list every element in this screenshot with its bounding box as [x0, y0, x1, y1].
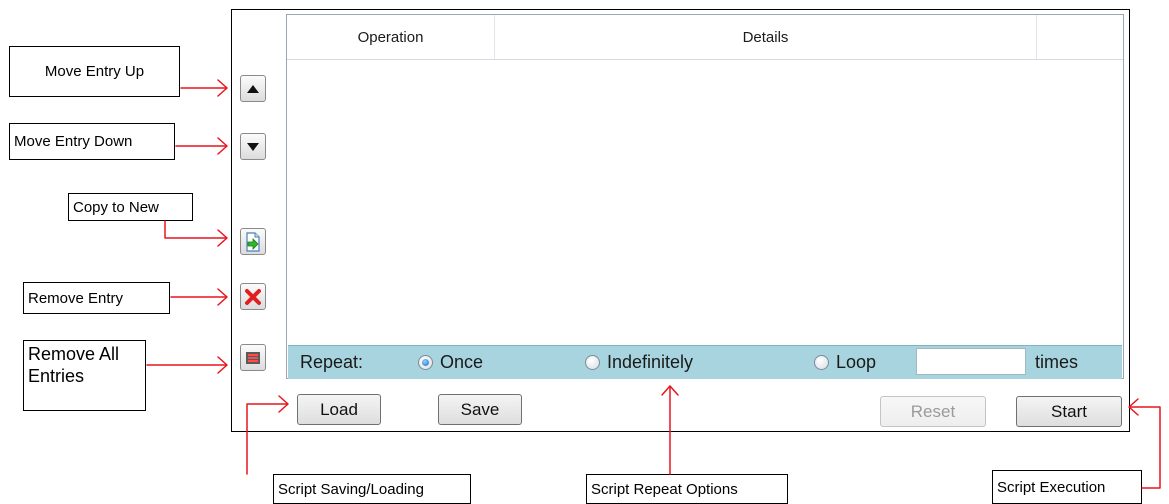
- callout-copy-to-new: Copy to New: [68, 193, 193, 221]
- arrow-copy-to-new: [164, 220, 228, 247]
- arrow-move-up: [180, 79, 228, 97]
- radio-once[interactable]: [418, 355, 433, 370]
- arrow-remove-entry: [170, 288, 228, 306]
- radio-loop[interactable]: [814, 355, 829, 370]
- callout-script-execution: Script Execution: [992, 470, 1142, 504]
- column-header-extra[interactable]: [1037, 15, 1123, 59]
- repeat-options-bar: Repeat: Once Indefinitely Loop times: [288, 345, 1122, 379]
- repeat-label: Repeat:: [300, 352, 364, 372]
- callout-move-up: Move Entry Up: [9, 46, 180, 97]
- arrow-remove-all: [146, 356, 228, 374]
- move-entry-up-button[interactable]: [240, 75, 266, 102]
- callout-remove-all: Remove All Entries: [23, 340, 146, 411]
- red-x-icon: [245, 288, 261, 305]
- list-header: Operation Details: [287, 15, 1123, 60]
- arrow-move-down: [175, 137, 228, 155]
- move-entry-down-button[interactable]: [240, 133, 266, 160]
- repeat-loop-option[interactable]: Loop: [814, 346, 876, 379]
- script-entries-list[interactable]: Operation Details: [286, 14, 1124, 379]
- column-header-operation[interactable]: Operation: [287, 15, 495, 59]
- clear-all-icon: [246, 351, 260, 364]
- load-button[interactable]: Load: [297, 394, 381, 425]
- triangle-up-icon: [247, 84, 259, 93]
- remove-all-entries-button[interactable]: [240, 344, 266, 371]
- times-label: times: [1035, 352, 1079, 372]
- column-header-details[interactable]: Details: [495, 15, 1037, 59]
- radio-indefinitely-label: Indefinitely: [607, 352, 694, 372]
- radio-once-label: Once: [440, 352, 484, 372]
- callout-script-repeat-options: Script Repeat Options: [586, 474, 788, 504]
- callout-move-down: Move Entry Down: [9, 123, 175, 160]
- callout-remove-entry: Remove Entry: [23, 282, 170, 314]
- repeat-indefinitely-option[interactable]: Indefinitely: [585, 346, 693, 379]
- reset-button[interactable]: Reset: [880, 396, 986, 427]
- loop-count-input[interactable]: [916, 348, 1026, 375]
- radio-indefinitely[interactable]: [585, 355, 600, 370]
- callout-script-saving-loading: Script Saving/Loading: [273, 474, 471, 504]
- repeat-once-option[interactable]: Once: [418, 346, 483, 379]
- copy-document-icon: [246, 231, 260, 252]
- start-button[interactable]: Start: [1016, 396, 1122, 427]
- radio-loop-label: Loop: [836, 352, 877, 372]
- remove-entry-button[interactable]: [240, 283, 266, 310]
- triangle-down-icon: [247, 142, 259, 151]
- copy-to-new-button[interactable]: [240, 228, 266, 255]
- save-button[interactable]: Save: [438, 394, 522, 425]
